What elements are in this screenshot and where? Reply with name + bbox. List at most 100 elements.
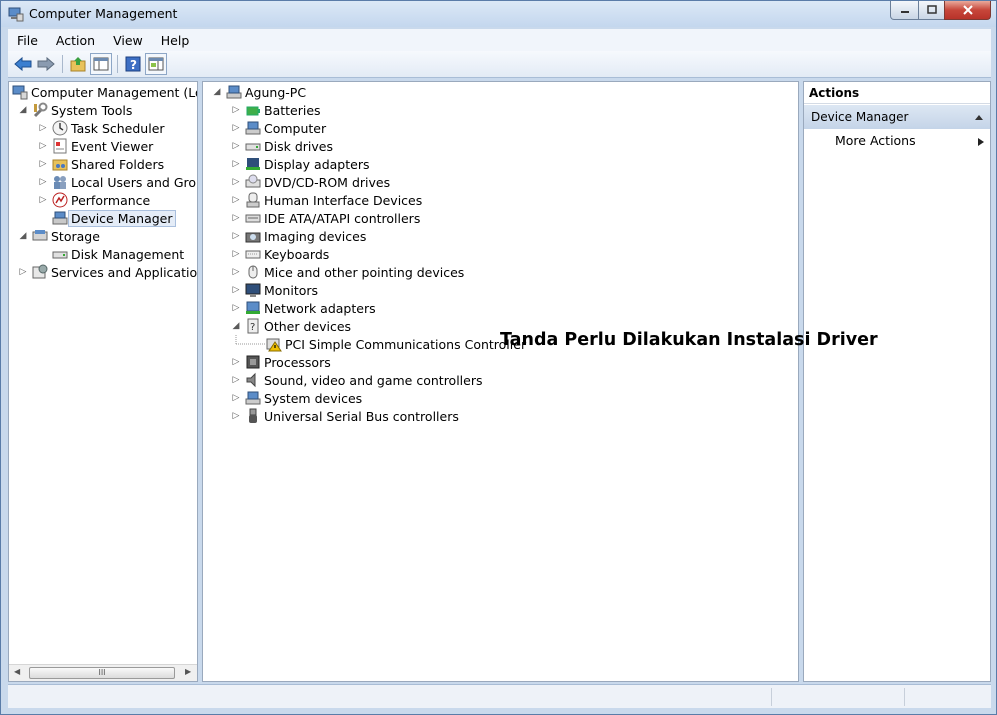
device-category-computer[interactable]: ▷ Computer [231,119,327,137]
submenu-arrow-icon[interactable] [977,137,985,147]
device-category-mice-and-other-pointing-devices[interactable]: ▷ Mice and other pointing devices [231,263,465,281]
status-bar [8,684,991,708]
scroll-right-icon[interactable]: ▶ [185,667,191,676]
device-category-display-adapters[interactable]: ▷ Display adapters [231,155,370,173]
device-category-system-devices[interactable]: ▷ System devices [231,389,363,407]
tree-item-local-users-and-groups[interactable]: ▷ Local Users and Groups [38,173,197,191]
expand-arrow-icon[interactable]: ▷ [231,231,241,241]
device-category-human-interface-devices[interactable]: ▷ Human Interface Devices [231,191,422,209]
horizontal-scrollbar[interactable]: ◀ III ▶ [9,664,197,681]
menu-action[interactable]: Action [47,33,104,48]
expand-arrow-icon[interactable]: ▷ [231,213,241,223]
expand-arrow-icon[interactable]: ▷ [231,375,241,385]
performance-icon [52,192,68,208]
device-category-imaging-devices[interactable]: ▷ Imaging devices [231,227,367,245]
tree-item-disk-management[interactable]: Disk Management [52,245,184,263]
forward-button[interactable] [35,53,57,75]
status-divider [904,688,905,706]
tree-item-storage[interactable]: ◢ Storage [18,227,100,245]
shared-folder-icon [52,156,68,172]
actions-section-device-manager[interactable]: Device Manager [804,105,990,129]
computer-management-icon [12,84,28,100]
show-hide-action-pane-button[interactable] [145,53,167,75]
collapse-arrow-icon[interactable]: ◢ [18,105,28,115]
device-tree-pane: ◢ Agung-PC ▷ Batteries ▷ Computer ▷ Disk driv… [202,81,799,682]
tree-item-label: Network adapters [264,300,376,316]
expand-arrow-icon[interactable]: ▷ [231,177,241,187]
close-button[interactable] [944,1,991,20]
scroll-thumb[interactable]: III [29,667,175,679]
device-category-processors[interactable]: ▷ Processors [231,353,331,371]
expand-arrow-icon[interactable]: ▷ [38,177,48,187]
minimize-button[interactable] [890,1,919,20]
help-button[interactable]: ? [122,53,144,75]
expand-arrow-icon[interactable]: ▷ [231,393,241,403]
device-category-keyboards[interactable]: ▷ Keyboards [231,245,330,263]
tree-item-label: DVD/CD-ROM drives [264,174,391,190]
scroll-left-icon[interactable]: ◀ [14,667,20,676]
tree-item-event-viewer[interactable]: ▷ Event Viewer [38,137,153,155]
tree-item-label: Shared Folders [71,156,165,172]
tree-item-computer-management[interactable]: Computer Management (Local [12,83,197,101]
show-hide-console-tree-button[interactable] [90,53,112,75]
device-category-batteries[interactable]: ▷ Batteries [231,101,321,119]
tree-item-performance[interactable]: ▷ Performance [38,191,150,209]
expand-arrow-icon[interactable]: ▷ [231,123,241,133]
device-category-sound-video-and-game-controllers[interactable]: ▷ Sound, video and game controllers [231,371,483,389]
expand-arrow-icon[interactable]: ▷ [231,141,241,151]
tree-item-system-tools[interactable]: ◢ System Tools [18,101,132,119]
expand-arrow-icon[interactable]: ▷ [231,159,241,169]
tree-item-label: System devices [264,390,363,406]
tree-item-label: Monitors [264,282,319,298]
tree-item-label: Storage [51,228,100,244]
tree-item-label: System Tools [51,102,133,118]
tree-item-shared-folders[interactable]: ▷ Shared Folders [38,155,165,173]
device-category-network-adapters[interactable]: ▷ Network adapters [231,299,376,317]
expand-arrow-icon[interactable]: ▷ [38,195,48,205]
back-button[interactable] [12,53,34,75]
svg-text:?: ? [130,58,137,72]
collapse-arrow-icon[interactable]: ◢ [231,321,241,331]
svg-text:?: ? [250,322,255,333]
collapse-arrow-icon[interactable]: ◢ [212,87,222,97]
expand-arrow-icon[interactable]: ▷ [231,285,241,295]
status-divider [771,688,772,706]
device-category-pci-simple-communications-controller[interactable]: PCI Simple Communications Controller [266,335,526,353]
expand-arrow-icon[interactable]: ▷ [18,267,28,277]
tree-item-task-scheduler[interactable]: ▷ Task Scheduler [38,119,165,137]
system-tools-icon [32,102,48,118]
tree-item-device-manager[interactable]: Device Manager [52,209,176,227]
minimize-icon [900,11,909,13]
storage-icon [32,228,48,244]
expand-arrow-icon[interactable]: ▷ [231,195,241,205]
services-icon [32,264,48,280]
expand-arrow-icon[interactable]: ▷ [231,357,241,367]
device-category-other-devices[interactable]: ◢? Other devices [231,317,351,335]
expand-arrow-icon[interactable]: ▷ [231,249,241,259]
expand-arrow-icon[interactable]: ▷ [38,159,48,169]
menu-file[interactable]: File [8,33,47,48]
up-one-level-button[interactable] [67,53,89,75]
device-category-universal-serial-bus-controllers[interactable]: ▷ Universal Serial Bus controllers [231,407,459,425]
expand-arrow-icon[interactable]: ▷ [38,123,48,133]
menu-help[interactable]: Help [152,33,199,48]
expand-arrow-icon[interactable]: ▷ [231,267,241,277]
collapse-arrow-icon[interactable]: ◢ [18,231,28,241]
expand-arrow-icon[interactable]: ▷ [38,141,48,151]
tree-item-services-and-applications[interactable]: ▷ Services and Applications [18,263,197,281]
collapse-up-icon[interactable] [974,113,984,121]
actions-header: Actions [804,82,990,104]
device-category-dvd-cd-rom-drives[interactable]: ▷ DVD/CD-ROM drives [231,173,390,191]
title-bar[interactable]: Computer Management [1,1,996,27]
menu-view[interactable]: View [104,33,152,48]
expand-arrow-icon[interactable]: ▷ [231,411,241,421]
tree-item-root-computer[interactable]: ◢ Agung-PC [212,83,307,101]
device-category-monitors[interactable]: ▷ Monitors [231,281,319,299]
maximize-button[interactable] [918,1,945,20]
device-category-ide-ata-atapi-controllers[interactable]: ▷ IDE ATA/ATAPI controllers [231,209,421,227]
expand-arrow-icon[interactable]: ▷ [231,105,241,115]
warning-device-icon [266,336,282,352]
device-category-disk-drives[interactable]: ▷ Disk drives [231,137,333,155]
more-actions-item[interactable]: More Actions [835,133,916,148]
expand-arrow-icon[interactable]: ▷ [231,303,241,313]
